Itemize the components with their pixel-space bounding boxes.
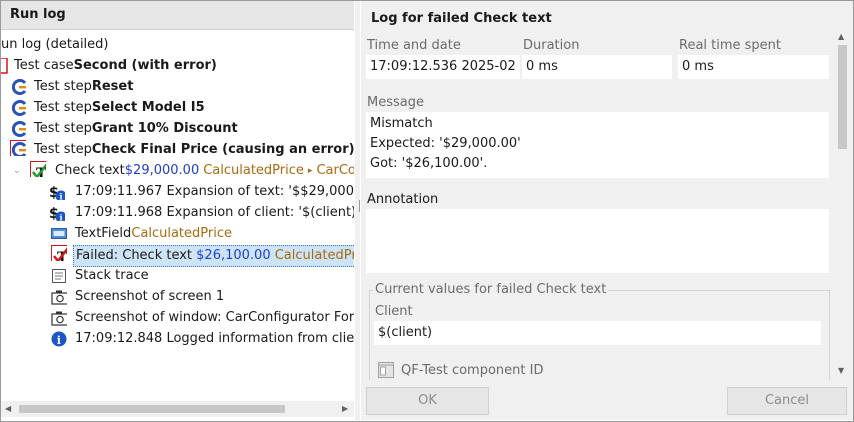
svg-text:i: i: [60, 213, 63, 222]
horizontal-scroll-thumb[interactable]: [19, 405, 285, 413]
vertical-scrollbar[interactable]: ▲ ▼: [834, 29, 851, 380]
tree-node-stack-trace[interactable]: Stack trace: [51, 266, 149, 286]
screenshot-window-label: Screenshot of window: CarConfigurator Fo…: [75, 310, 354, 325]
client-field[interactable]: $(client): [374, 321, 821, 345]
tree-label-prefix: Test step: [34, 79, 92, 94]
tree-node-screenshot-screen[interactable]: Screenshot of screen 1: [51, 287, 224, 307]
test-case-error-icon: [1, 58, 8, 74]
annotation-field[interactable]: [366, 209, 829, 273]
time-date-label: Time and date: [367, 38, 461, 53]
cancel-button[interactable]: Cancel: [727, 387, 847, 415]
failed-check-selection: Failed: Check text $26,100.00 Calculated…: [73, 245, 354, 267]
horizontal-scrollbar[interactable]: ◀ ▶: [1, 401, 354, 417]
camera-icon: [51, 290, 67, 305]
tree-label-name: Check Final Price (causing an error): [91, 142, 354, 157]
annotation-label: Annotation: [367, 192, 439, 207]
stack-trace-icon: [52, 269, 66, 283]
detail-title: Log for failed Check text: [371, 11, 552, 26]
textfield-icon: [51, 228, 67, 239]
collapse-chevron-icon[interactable]: ⌄: [13, 161, 21, 181]
tree-node-test-step-select-model[interactable]: Test step Select Model I5: [12, 98, 205, 118]
component-id-label: QF-Test component ID: [401, 363, 544, 378]
message-line: Got: '$26,100.00'.: [370, 156, 488, 171]
message-field[interactable]: Mismatch Expected: '$29,000.00' Got: '$2…: [366, 112, 829, 178]
path-separator: ▸: [307, 166, 313, 176]
tree-label-name: Second (with error): [73, 58, 217, 73]
current-values-title: Current values for failed Check text: [373, 282, 609, 297]
run-log-panel: Run log un log (detailed) Test case Seco…: [1, 1, 354, 420]
ok-button[interactable]: OK: [366, 387, 489, 415]
check-text-error-icon: T: [30, 161, 46, 177]
time-date-field[interactable]: 17:09:12.536 2025-02: [366, 55, 520, 79]
check-text-component: CalculatedPrice: [203, 163, 304, 178]
real-time-label: Real time spent: [679, 38, 782, 53]
tree-node-check-text[interactable]: ⌄ T Check text $29,000.00 CalculatedPrice…: [13, 161, 354, 181]
detail-panel: Log for failed Check text Time and date …: [361, 1, 853, 420]
tree-node-expansion-text[interactable]: $ i 17:09:11.967 Expansion of text: '$$2…: [49, 182, 354, 202]
tree-node-test-step-discount[interactable]: Test step Grant 10% Discount: [12, 119, 238, 139]
tree-label-prefix: Test step: [34, 100, 92, 115]
scroll-left-icon[interactable]: ◀: [5, 404, 11, 413]
stack-trace-label: Stack trace: [75, 268, 149, 283]
tree-node-screenshot-window[interactable]: Screenshot of window: CarConfigurator Fo…: [51, 308, 354, 328]
svg-text:i: i: [60, 192, 63, 201]
failed-check-value: $26,100.00: [196, 248, 271, 263]
logged-info-label: 17:09:12.848 Logged information from cli…: [75, 331, 354, 346]
tree-node-textfield[interactable]: TextField CalculatedPrice: [51, 224, 232, 244]
tree-node-test-step-reset[interactable]: Test step Reset: [12, 77, 133, 97]
tree-label-name: Select Model I5: [91, 100, 205, 115]
failed-check-label: Failed: Check text: [76, 248, 197, 263]
tree-label-name: Reset: [91, 79, 134, 94]
client-label: Client: [375, 304, 413, 319]
scroll-up-icon[interactable]: ▲: [838, 32, 844, 41]
tree-node-test-step-check-final-price[interactable]: Test step Check Final Price (causing an …: [10, 140, 354, 160]
run-log-header: Run log: [1, 1, 354, 30]
failed-check-icon: T: [51, 245, 67, 261]
camera-icon: [51, 311, 67, 326]
check-text-label: Check text: [55, 163, 125, 178]
duration-field[interactable]: 0 ms: [522, 55, 672, 79]
run-log-title: Run log: [10, 7, 66, 22]
test-step-error-icon: [10, 140, 26, 156]
test-step-icon: [12, 121, 27, 137]
message-line: Mismatch: [370, 116, 433, 131]
expansion-text-label: 17:09:11.967 Expansion of text: '$$29,00…: [75, 184, 354, 199]
tree-label-name: Grant 10% Discount: [91, 121, 238, 136]
tree-node-logged-info[interactable]: i 17:09:12.848 Logged information from c…: [51, 329, 354, 349]
textfield-label: TextField: [75, 226, 132, 241]
test-step-icon: [12, 79, 27, 95]
svg-text:i: i: [57, 334, 61, 347]
tree-node-expansion-client[interactable]: $ i 17:09:11.968 Expansion of client: '$…: [49, 203, 354, 223]
component-id-icon: [378, 362, 394, 378]
tree-node-failed-check[interactable]: T Failed: Check text $26,100.00 Calculat…: [51, 245, 354, 267]
tree-label-prefix: Test case: [14, 58, 74, 73]
scroll-right-icon[interactable]: ▶: [342, 404, 348, 413]
duration-label: Duration: [523, 38, 580, 53]
tree-label-prefix: Test step: [34, 142, 92, 157]
real-time-field[interactable]: 0 ms: [678, 55, 829, 79]
dollar-info-icon: $ i: [49, 185, 65, 201]
check-text-component-parent: CarConf: [316, 163, 354, 178]
expansion-client-label: 17:09:11.968 Expansion of client: '$(cli…: [75, 205, 354, 220]
tree-node-test-case[interactable]: Test case Second (with error): [1, 56, 217, 76]
tree-label: un log (detailed): [1, 37, 109, 52]
failed-check-component: CalculatedPrice: [274, 248, 354, 263]
tree-label-prefix: Test step: [34, 121, 92, 136]
scroll-down-icon[interactable]: ▼: [838, 366, 844, 375]
check-text-value: $29,000.00: [124, 163, 200, 178]
textfield-component: CalculatedPrice: [131, 226, 232, 241]
dollar-info-icon: $ i: [49, 206, 65, 222]
vertical-scroll-thumb[interactable]: [838, 45, 847, 149]
message-label: Message: [367, 95, 424, 110]
info-icon: i: [51, 331, 67, 347]
tree-node-run-log[interactable]: un log (detailed): [1, 35, 109, 55]
test-step-icon: [12, 100, 27, 116]
message-line: Expected: '$29,000.00': [370, 136, 521, 151]
screenshot-screen-label: Screenshot of screen 1: [75, 289, 225, 304]
